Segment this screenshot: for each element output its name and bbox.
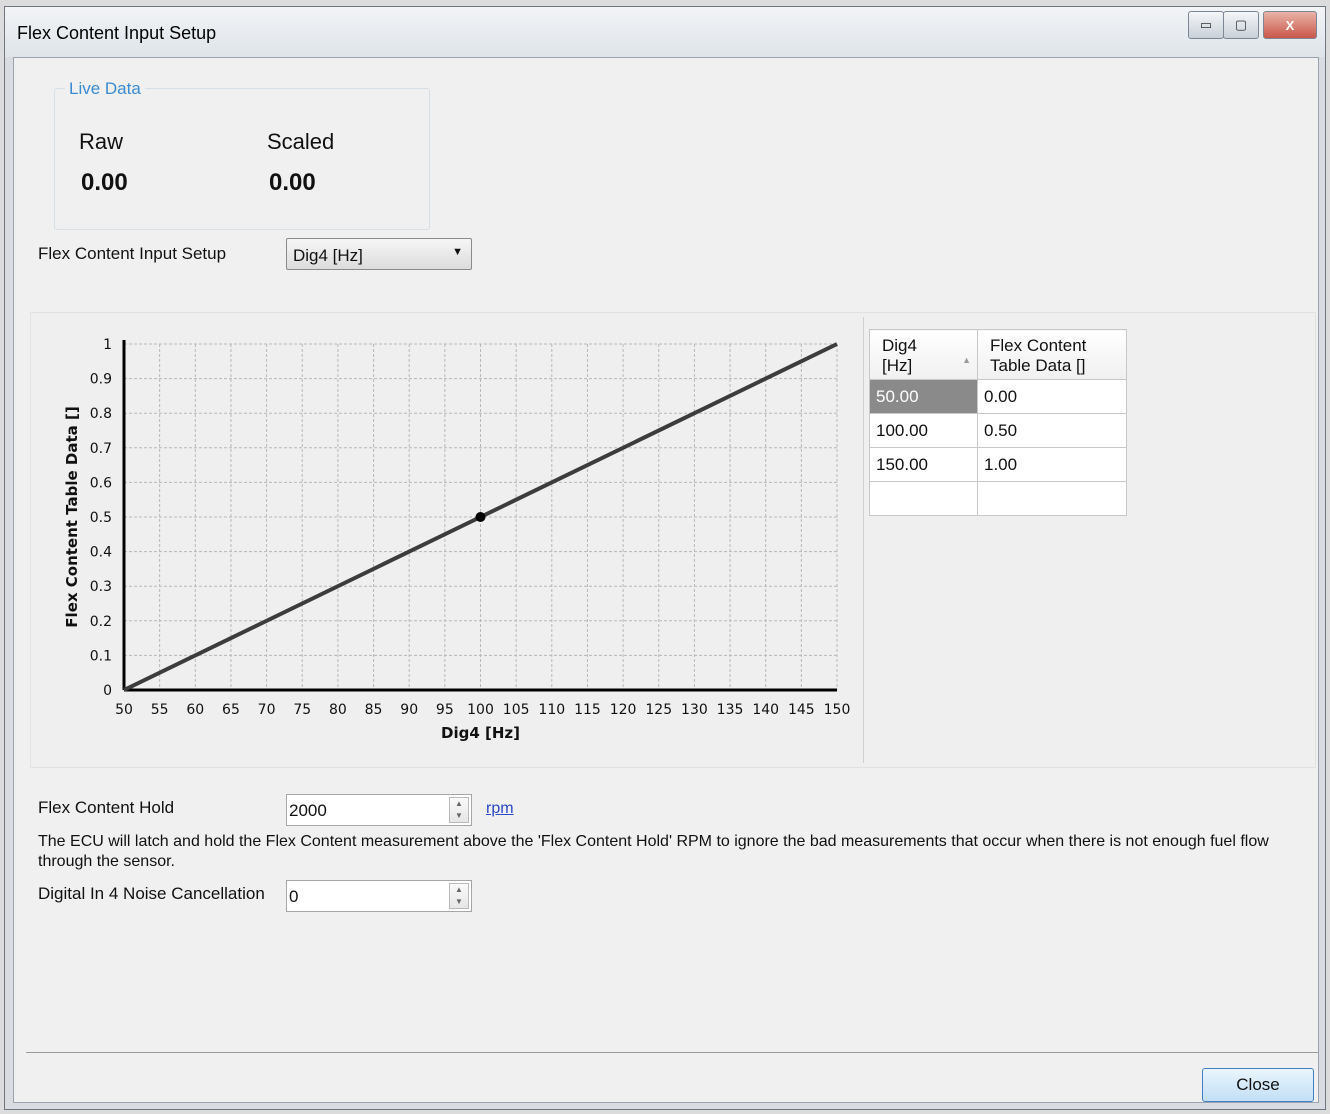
raw-label: Raw xyxy=(79,129,124,154)
spin-up-icon[interactable]: ▲ xyxy=(455,885,463,894)
footer-divider xyxy=(26,1052,1318,1053)
table-row[interactable]: 50.00 0.00 xyxy=(869,379,1127,414)
y-axis-title: Flex Content Table Data [] xyxy=(63,406,81,627)
y-tick-label: 0.6 xyxy=(90,475,112,491)
scaled-value: 0.00 xyxy=(269,169,316,196)
flex-content-hold-description: The ECU will latch and hold the Flex Con… xyxy=(38,833,1269,870)
table-header-row: Dig4 [Hz] ▲ Flex Content Table Data [] xyxy=(869,329,1127,380)
x-tick-label: 65 xyxy=(222,702,240,718)
flex-content-hold-label: Flex Content Hold xyxy=(38,798,175,817)
rpm-link[interactable]: rpm xyxy=(486,800,514,818)
y-tick-label: 0.5 xyxy=(90,510,112,526)
x-tick-label: 95 xyxy=(436,702,454,718)
x-tick-label: 130 xyxy=(681,702,708,718)
x-tick-label: 60 xyxy=(186,702,204,718)
live-data-legend: Live Data xyxy=(65,79,145,99)
column-header-dig4[interactable]: Dig4 [Hz] ▲ xyxy=(869,329,978,380)
y-tick-label: 0.7 xyxy=(90,441,112,457)
y-tick-label: 0.9 xyxy=(90,372,112,388)
line-chart[interactable]: 50 55 60 65 70 75 80 85 90 95 100 105 110 115 120 125 13… xyxy=(31,313,863,769)
input-setup-dropdown[interactable]: Dig4 [Hz] ▼ xyxy=(286,238,472,270)
table-row[interactable]: 100.00 0.50 xyxy=(869,413,1127,448)
dialog-client-area: Live Data Raw 0.00 Scaled 0.00 Flex Cont… xyxy=(13,57,1319,1103)
noise-cancellation-label: Digital In 4 Noise Cancellation xyxy=(38,884,265,903)
live-data-group: Live Data Raw 0.00 Scaled 0.00 xyxy=(54,79,430,230)
flex-content-hold-value: 2000 xyxy=(289,801,327,820)
x-tick-label: 120 xyxy=(610,702,637,718)
table-row[interactable]: 150.00 1.00 xyxy=(869,447,1127,482)
x-tick-label: 115 xyxy=(574,702,601,718)
window-title: Flex Content Input Setup xyxy=(17,23,217,43)
x-tick-label: 150 xyxy=(824,702,851,718)
title-bar[interactable]: Flex Content Input Setup ▭ ▢ X xyxy=(5,7,1325,57)
window-controls: ▭ ▢ X xyxy=(1188,11,1317,39)
x-tick-label: 135 xyxy=(717,702,744,718)
x-tick-label: 105 xyxy=(503,702,530,718)
data-point-marker xyxy=(475,512,486,522)
noise-cancellation-value: 0 xyxy=(289,887,299,906)
x-tick-label: 145 xyxy=(788,702,815,718)
x-tick-label: 75 xyxy=(293,702,311,718)
window-close-button[interactable]: X xyxy=(1263,11,1317,39)
column-header-flex-line2: Table Data [] xyxy=(990,356,1086,375)
spinner-buttons[interactable]: ▲ ▼ xyxy=(449,883,469,909)
column-header-dig4-line2: [Hz] xyxy=(882,356,913,375)
x-tick-label: 110 xyxy=(538,702,565,718)
spin-down-icon[interactable]: ▼ xyxy=(455,897,463,906)
input-setup-selected: Dig4 [Hz] xyxy=(293,246,363,265)
table-cell[interactable]: 0.00 xyxy=(977,379,1127,414)
close-button[interactable]: Close xyxy=(1202,1068,1314,1102)
x-tick-label: 55 xyxy=(151,702,169,718)
sort-up-icon: ▲ xyxy=(962,355,971,365)
y-tick-label: 0.1 xyxy=(90,648,112,664)
chevron-down-icon: ▼ xyxy=(452,246,463,258)
table-cell[interactable]: 50.00 xyxy=(869,379,978,414)
table-row-new[interactable] xyxy=(869,481,1127,516)
scaled-label: Scaled xyxy=(267,129,335,154)
spin-up-icon[interactable]: ▲ xyxy=(455,799,463,808)
spin-down-icon[interactable]: ▼ xyxy=(455,811,463,820)
x-tick-label: 85 xyxy=(365,702,383,718)
maximize-button[interactable]: ▢ xyxy=(1223,11,1259,39)
x-tick-label: 80 xyxy=(329,702,347,718)
column-header-flex-line1: Flex Content xyxy=(990,336,1087,355)
x-tick-label: 140 xyxy=(752,702,779,718)
spinner-buttons[interactable]: ▲ ▼ xyxy=(449,797,469,823)
dialog-window: Flex Content Input Setup ▭ ▢ X Live Data… xyxy=(4,6,1326,1110)
chart-panel: 50 55 60 65 70 75 80 85 90 95 100 105 110 115 120 125 13… xyxy=(30,312,1316,768)
table-cell[interactable] xyxy=(869,481,978,516)
raw-value: 0.00 xyxy=(81,169,128,196)
y-tick-label: 0.4 xyxy=(90,545,112,561)
x-tick-label: 90 xyxy=(400,702,418,718)
input-setup-label: Flex Content Input Setup xyxy=(38,244,227,263)
x-axis-title: Dig4 [Hz] xyxy=(441,724,520,742)
data-table[interactable]: Dig4 [Hz] ▲ Flex Content Table Data [] 5… xyxy=(869,329,1127,516)
panel-divider xyxy=(863,317,864,763)
minimize-button[interactable]: ▭ xyxy=(1188,11,1224,39)
y-tick-label: 1 xyxy=(103,337,112,353)
table-cell[interactable]: 150.00 xyxy=(869,447,978,482)
y-tick-label: 0.2 xyxy=(90,614,112,630)
table-cell[interactable]: 1.00 xyxy=(977,447,1127,482)
x-tick-label: 125 xyxy=(645,702,672,718)
table-cell[interactable] xyxy=(977,481,1127,516)
x-tick-label: 50 xyxy=(115,702,133,718)
column-header-flex-content[interactable]: Flex Content Table Data [] xyxy=(977,329,1127,380)
flex-content-hold-spinner[interactable]: 2000 ▲ ▼ xyxy=(286,794,472,826)
column-header-dig4-line1: Dig4 xyxy=(882,336,917,355)
y-tick-label: 0.3 xyxy=(90,579,112,595)
x-tick-label: 100 xyxy=(467,702,494,718)
y-tick-label: 0.8 xyxy=(90,406,112,422)
y-tick-label: 0 xyxy=(103,683,112,699)
table-cell[interactable]: 0.50 xyxy=(977,413,1127,448)
x-tick-label: 70 xyxy=(258,702,276,718)
table-cell[interactable]: 100.00 xyxy=(869,413,978,448)
noise-cancellation-spinner[interactable]: 0 ▲ ▼ xyxy=(286,880,472,912)
